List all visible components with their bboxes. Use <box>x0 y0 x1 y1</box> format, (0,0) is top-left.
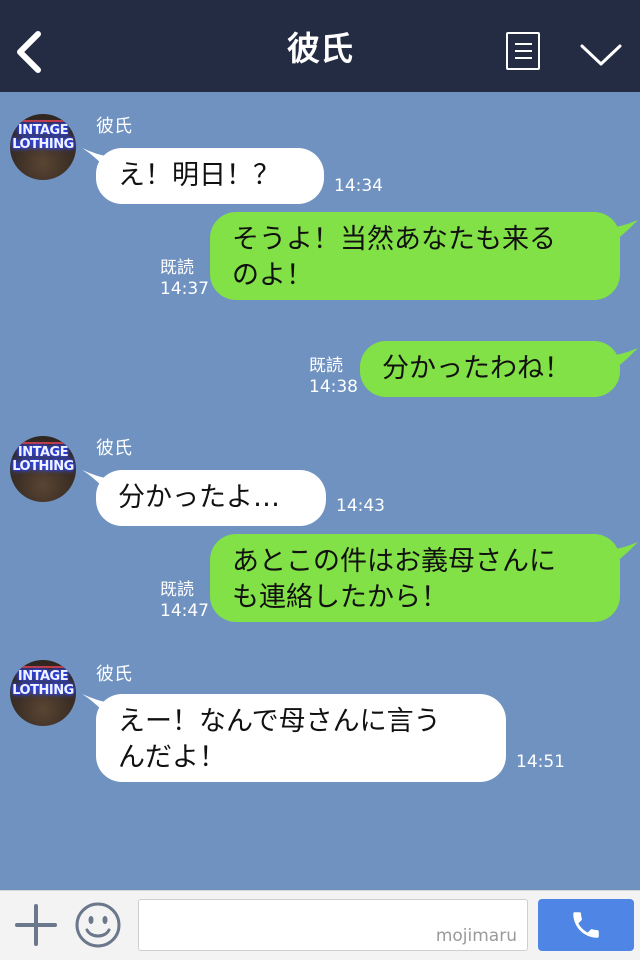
chat-title: 彼氏 <box>287 29 353 68</box>
timestamp: 14:51 <box>516 752 565 772</box>
sender-name: 彼氏 <box>96 116 132 137</box>
timestamp: 14:43 <box>336 496 385 516</box>
plus-icon[interactable] <box>14 903 58 947</box>
sender-name: 彼氏 <box>96 438 132 459</box>
sender-name: 彼氏 <box>96 664 132 685</box>
message-input[interactable]: mojimaru <box>138 899 528 951</box>
chat-header: 彼氏 <box>0 0 640 92</box>
chat-area[interactable]: INTAGE LOTHING 彼氏 え！明日！？ 14:34 既読 14:37 そ… <box>0 92 640 890</box>
timestamp: 14:34 <box>334 176 383 196</box>
message-text: も連絡したから！ <box>232 582 448 613</box>
message-bubble-incoming[interactable]: え！明日！？ <box>96 148 324 204</box>
message-text: え！明日！？ <box>118 160 280 191</box>
read-receipt: 既読 14:38 <box>309 356 358 397</box>
call-button[interactable] <box>538 899 634 951</box>
smiley-icon[interactable] <box>74 901 122 949</box>
avatar[interactable]: INTAGE LOTHING <box>10 660 76 726</box>
message-text: んだよ！ <box>118 742 226 773</box>
input-bar: mojimaru <box>0 890 640 960</box>
avatar[interactable]: INTAGE LOTHING <box>10 114 76 180</box>
avatar-text: LOTHING <box>12 459 74 474</box>
avatar-text: INTAGE <box>17 445 69 460</box>
message-bubble-incoming[interactable]: 分かったよ… <box>96 470 326 526</box>
message-text: のよ！ <box>232 260 313 291</box>
message-text: えー！なんで母さんに言う <box>118 706 441 737</box>
avatar-text: INTAGE <box>17 123 69 138</box>
message-text: そうよ！当然あなたも来る <box>232 224 556 255</box>
avatar-text: INTAGE <box>17 669 69 684</box>
avatar-text: LOTHING <box>12 137 74 152</box>
message-bubble-incoming[interactable]: えー！なんで母さんに言う んだよ！ <box>96 694 506 782</box>
menu-list-icon[interactable] <box>506 32 540 70</box>
message-bubble-outgoing[interactable]: 分かったわね！ <box>360 341 620 397</box>
bubble-tail <box>604 348 638 372</box>
bubble-tail <box>604 542 638 566</box>
chevron-down-icon[interactable] <box>578 38 624 70</box>
message-bubble-outgoing[interactable]: あとこの件はお義母さんに も連絡したから！ <box>210 534 620 622</box>
avatar-text: LOTHING <box>12 683 74 698</box>
message-bubble-outgoing[interactable]: そうよ！当然あなたも来る のよ！ <box>210 212 620 300</box>
read-receipt: 既読 14:47 <box>160 580 209 621</box>
bubble-tail <box>604 220 638 244</box>
avatar[interactable]: INTAGE LOTHING <box>10 436 76 502</box>
watermark-text: mojimaru <box>435 926 517 946</box>
message-text: あとこの件はお義母さんに <box>232 546 556 577</box>
read-receipt: 既読 14:37 <box>160 258 209 299</box>
phone-icon <box>573 912 599 938</box>
message-text: 分かったよ… <box>118 482 280 513</box>
message-text: 分かったわね！ <box>382 353 571 384</box>
